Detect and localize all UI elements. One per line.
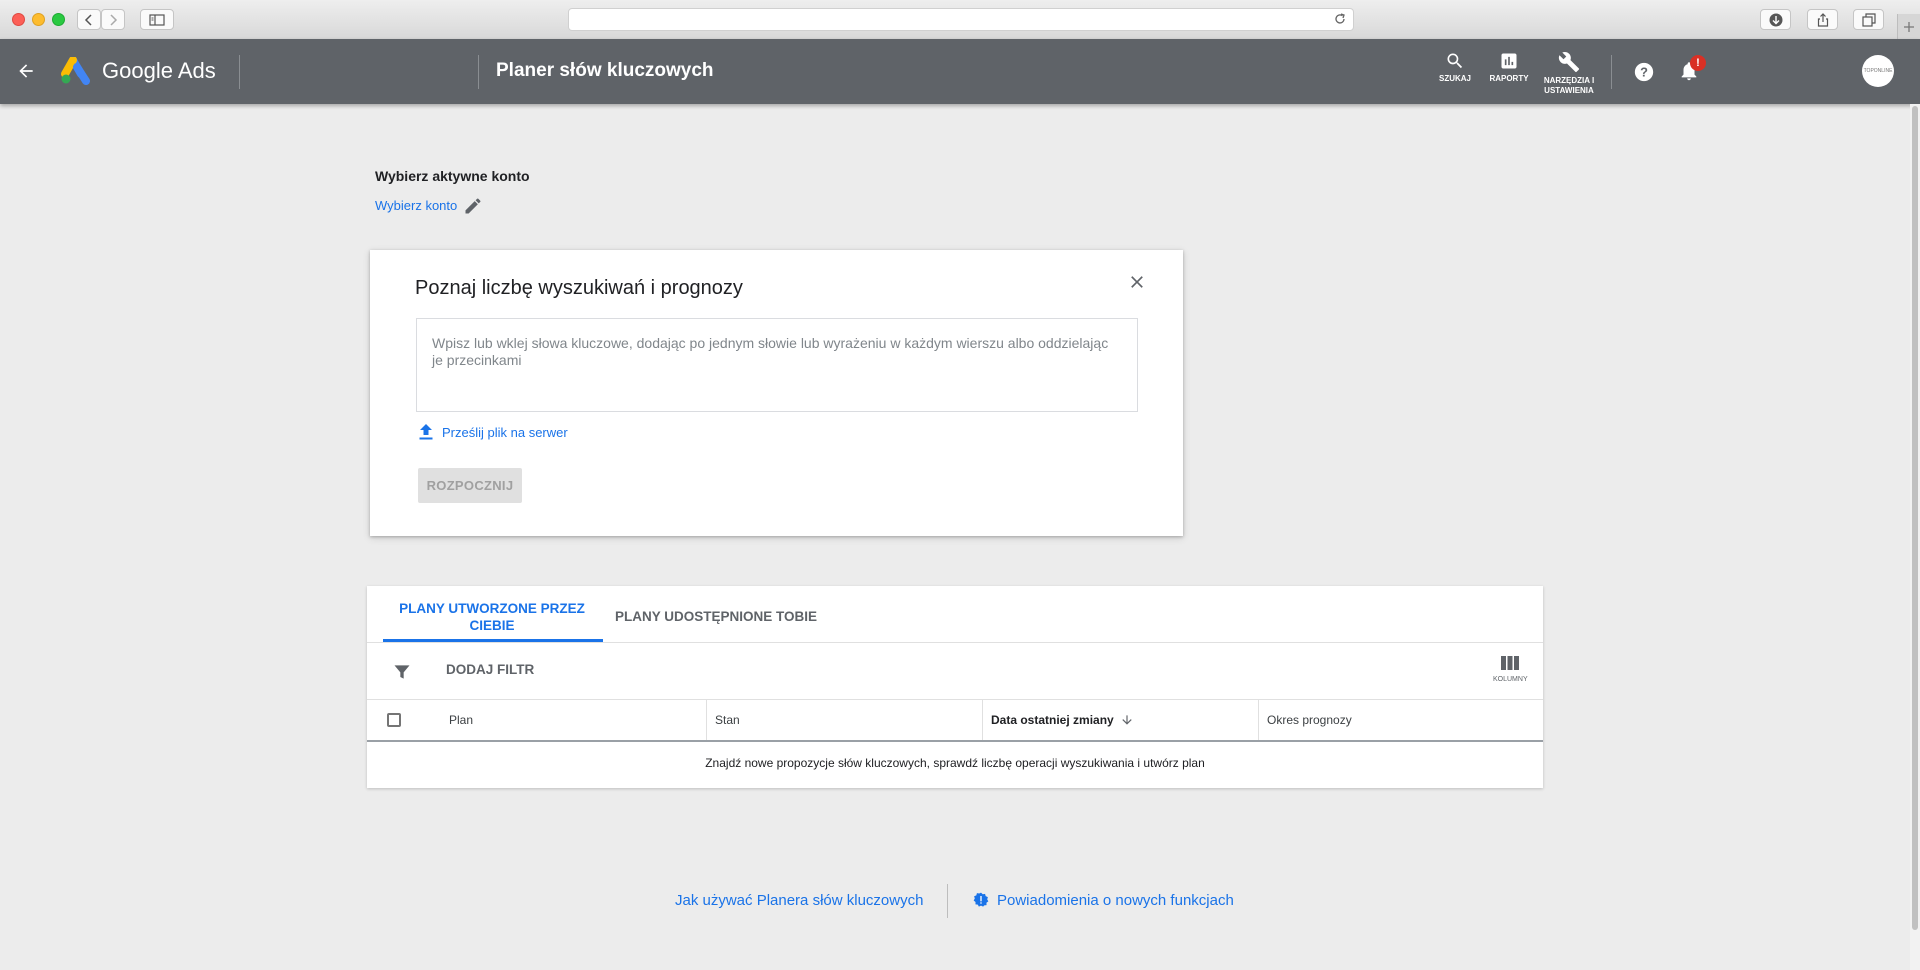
footer-divider xyxy=(947,884,948,918)
search-action[interactable]: SZUKAJ xyxy=(1438,51,1472,84)
column-header-status[interactable]: Stan xyxy=(715,700,740,740)
window-close-button[interactable] xyxy=(12,13,25,26)
sidebar-icon xyxy=(149,13,165,26)
reports-action[interactable]: RAPORTY xyxy=(1487,51,1531,84)
browser-toolbar xyxy=(0,0,1920,40)
arrow-down-icon xyxy=(1122,715,1132,725)
column-divider xyxy=(1258,700,1259,740)
tools-settings-action[interactable]: NARZĘDZIA I USTAWIENIA xyxy=(1541,51,1597,96)
tab-shared-plans[interactable]: PLANY UDOSTĘPNIONE TOBIE xyxy=(615,608,817,625)
column-divider xyxy=(982,700,983,740)
new-tab-button[interactable] xyxy=(1897,14,1920,39)
browser-forward-button[interactable] xyxy=(101,9,125,30)
page-title: Planer słów kluczowych xyxy=(496,60,714,81)
columns-button[interactable]: KOLUMNY xyxy=(1493,655,1528,683)
share-icon xyxy=(1817,12,1828,27)
downloads-button[interactable] xyxy=(1760,9,1791,30)
table-header: Plan Stan Data ostatniej zmiany Okres pr… xyxy=(367,700,1543,742)
search-icon xyxy=(1447,53,1463,69)
account-section-title: Wybierz aktywne konto xyxy=(375,168,530,184)
upload-file-label: Prześlij plik na serwer xyxy=(442,424,568,440)
address-bar[interactable] xyxy=(568,8,1354,31)
help-icon[interactable]: ? xyxy=(1633,61,1655,83)
reports-action-label: RAPORTY xyxy=(1489,74,1529,83)
header-divider xyxy=(239,55,240,89)
how-to-use-link[interactable]: Jak używać Planera słów kluczowych xyxy=(675,892,923,909)
card-title: Poznaj liczbę wyszukiwań i prognozy xyxy=(415,277,743,299)
window-zoom-button[interactable] xyxy=(52,13,65,26)
new-feature-badge-icon xyxy=(973,892,989,907)
chevron-left-icon xyxy=(84,13,92,26)
google-ads-logo-icon xyxy=(61,57,90,85)
window-minimize-button[interactable] xyxy=(32,13,45,26)
share-button[interactable] xyxy=(1807,9,1838,30)
browser-back-button[interactable] xyxy=(77,9,101,30)
search-action-label: SZUKAJ xyxy=(1438,74,1471,83)
select-all-checkbox[interactable] xyxy=(387,713,401,727)
tabs-icon xyxy=(1861,12,1876,27)
start-button[interactable]: ROZPOCZNIJ xyxy=(418,468,522,503)
avatar[interactable]: TOPONLINE xyxy=(1862,55,1894,87)
header-divider xyxy=(478,55,479,89)
reload-icon[interactable] xyxy=(1333,12,1347,26)
add-filter-button[interactable]: DODAJ FILTR xyxy=(446,662,534,677)
column-header-plan[interactable]: Plan xyxy=(449,700,473,740)
close-icon[interactable] xyxy=(1127,272,1147,292)
tools-settings-label: NARZĘDZIA I USTAWIENIA xyxy=(1543,76,1595,95)
bar-chart-icon xyxy=(1501,53,1517,69)
back-arrow-icon[interactable] xyxy=(16,61,36,81)
column-header-forecast-period[interactable]: Okres prognozy xyxy=(1267,700,1352,740)
wrench-icon xyxy=(1558,52,1580,73)
columns-icon xyxy=(1501,656,1520,670)
tabs-divider xyxy=(367,642,1543,643)
upload-file-link[interactable]: Prześlij plik na serwer xyxy=(418,423,568,441)
download-icon xyxy=(1769,13,1782,26)
sidebar-toggle-button[interactable] xyxy=(140,9,174,30)
filter-icon[interactable] xyxy=(392,662,412,682)
brand-name: Google Ads xyxy=(102,58,216,83)
scrollbar-thumb[interactable] xyxy=(1912,106,1918,930)
search-volume-card: Poznaj liczbę wyszukiwań i prognozy Wpis… xyxy=(370,250,1183,536)
chevron-right-icon xyxy=(110,13,118,26)
tabs-overview-button[interactable] xyxy=(1853,9,1884,30)
plans-panel: PLANY UTWORZONE PRZEZ CIEBIE PLANY UDOST… xyxy=(367,586,1543,788)
app-header: Google Ads Planer słów kluczowych SZUKAJ… xyxy=(0,39,1920,104)
plus-icon xyxy=(1904,21,1914,32)
columns-label: KOLUMNY xyxy=(1493,676,1528,683)
upload-icon xyxy=(419,424,433,440)
tab-my-plans[interactable]: PLANY UTWORZONE PRZEZ CIEBIE xyxy=(382,600,602,634)
column-header-last-modified-label: Data ostatniej zmiany xyxy=(991,713,1114,727)
empty-table-message: Znajdź nowe propozycje słów kluczowych, … xyxy=(705,756,1205,770)
notification-badge: ! xyxy=(1690,55,1706,71)
feature-notifications-link[interactable]: Powiadomienia o nowych funkcjach xyxy=(997,892,1234,909)
keywords-input[interactable]: Wpisz lub wklej słowa kluczowe, dodając … xyxy=(416,318,1138,412)
header-divider xyxy=(1611,55,1612,89)
column-header-last-modified[interactable]: Data ostatniej zmiany xyxy=(991,700,1134,740)
choose-account-link[interactable]: Wybierz konto xyxy=(375,198,457,213)
column-divider xyxy=(706,700,707,740)
pencil-icon[interactable] xyxy=(463,196,483,216)
svg-text:?: ? xyxy=(1640,65,1648,80)
